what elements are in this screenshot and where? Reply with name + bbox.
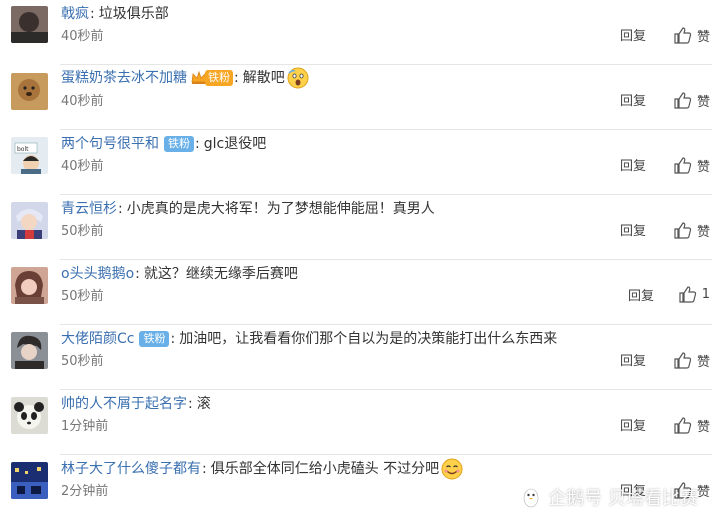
colon: : bbox=[118, 201, 123, 217]
comment-time: 40秒前 bbox=[61, 29, 104, 44]
thumbs-up-icon bbox=[674, 222, 692, 239]
comment-time: 50秒前 bbox=[61, 224, 104, 239]
comment-line: 林子大了什么傻子都有: 俱乐部全体同仁给小虎磕头 不过分吧 bbox=[61, 458, 463, 480]
comment-time: 50秒前 bbox=[61, 289, 104, 304]
comment-item: 帅的人不屑于起名字: 滚 1分钟前 回复 赞 bbox=[0, 390, 718, 455]
colon: : bbox=[195, 136, 200, 152]
badge-label: 铁粉 bbox=[205, 70, 233, 86]
thumbs-up-icon bbox=[674, 92, 692, 109]
fan-badge: 铁粉 bbox=[139, 331, 170, 347]
like-label: 赞 bbox=[696, 30, 710, 45]
avatar[interactable] bbox=[11, 267, 48, 304]
reply-button[interactable]: 回复 bbox=[620, 223, 646, 241]
comment-text: 解散吧 bbox=[242, 70, 285, 86]
like-label: 赞 bbox=[696, 95, 710, 110]
comment-username[interactable]: 青云恒杉 bbox=[61, 198, 117, 220]
reply-button[interactable]: 回复 bbox=[620, 483, 646, 501]
comment-text: 滚 bbox=[196, 396, 211, 412]
reply-button[interactable]: 回复 bbox=[620, 418, 646, 436]
like-button[interactable]: 赞 bbox=[674, 26, 710, 45]
avatar[interactable] bbox=[11, 332, 48, 369]
like-button[interactable]: 赞 bbox=[674, 351, 710, 370]
comment-text: glc退役吧 bbox=[203, 136, 267, 152]
svg-text:bolt: bolt bbox=[17, 146, 29, 153]
avatar[interactable] bbox=[11, 6, 48, 43]
colon: : bbox=[90, 6, 95, 22]
like-label: 赞 bbox=[696, 420, 710, 435]
comment-line: 蛋糕奶茶去冰不加糖 铁粉 : 解散吧 bbox=[61, 67, 309, 89]
avatar[interactable] bbox=[11, 202, 48, 239]
avatar[interactable]: bolt bbox=[11, 137, 48, 174]
comment-text: 就这？继续无缘季后赛吧 bbox=[143, 266, 298, 282]
comment-line: 两个句号很平和 铁粉 : glc退役吧 bbox=[61, 133, 266, 155]
reply-button[interactable]: 回复 bbox=[628, 288, 654, 306]
smile-emoji-icon bbox=[441, 458, 463, 480]
like-label: 赞 bbox=[696, 225, 710, 240]
colon: : bbox=[135, 266, 140, 282]
reply-button[interactable]: 回复 bbox=[620, 93, 646, 111]
comment-username[interactable]: 帅的人不屑于起名字 bbox=[61, 393, 187, 415]
thumbs-up-icon bbox=[674, 157, 692, 174]
like-button[interactable]: 1 bbox=[679, 286, 710, 303]
comment-username[interactable]: 大佬陌颜Cc bbox=[61, 328, 134, 350]
comment-item: 林子大了什么傻子都有: 俱乐部全体同仁给小虎磕头 不过分吧 2分钟前 回复 赞 bbox=[0, 455, 718, 518]
comment-time: 2分钟前 bbox=[61, 484, 109, 499]
reply-button[interactable]: 回复 bbox=[620, 353, 646, 371]
like-button[interactable]: 赞 bbox=[674, 221, 710, 240]
colon: : bbox=[202, 461, 207, 477]
colon: : bbox=[234, 70, 239, 86]
comment-line: 戟疯: 垃圾俱乐部 bbox=[61, 3, 169, 25]
like-label: 赞 bbox=[696, 485, 710, 500]
scared-emoji-icon bbox=[287, 67, 309, 89]
comment-item: 戟疯: 垃圾俱乐部 40秒前 回复 赞 bbox=[0, 0, 718, 65]
thumbs-up-icon bbox=[674, 27, 692, 44]
comment-text: 小虎真的是虎大将军！为了梦想能伸能屈！真男人 bbox=[126, 201, 435, 217]
comment-username[interactable]: 戟疯 bbox=[61, 3, 89, 25]
thumbs-up-icon bbox=[674, 417, 692, 434]
thumbs-up-icon bbox=[679, 286, 696, 303]
like-button[interactable]: 赞 bbox=[674, 481, 710, 500]
thumbs-up-icon bbox=[674, 482, 692, 499]
comment-username[interactable]: 蛋糕奶茶去冰不加糖 bbox=[61, 67, 187, 89]
thumbs-up-icon bbox=[674, 352, 692, 369]
comment-time: 50秒前 bbox=[61, 354, 104, 369]
comment-item: o头头鹅鹅o: 就这？继续无缘季后赛吧 50秒前 回复 1 bbox=[0, 260, 718, 325]
reply-button[interactable]: 回复 bbox=[620, 158, 646, 176]
like-button[interactable]: 赞 bbox=[674, 156, 710, 175]
comment-list: 戟疯: 垃圾俱乐部 40秒前 回复 赞 蛋糕奶茶去冰不加糖 铁粉 : 解散吧 40秒… bbox=[0, 0, 718, 518]
like-button[interactable]: 赞 bbox=[674, 91, 710, 110]
comment-line: o头头鹅鹅o: 就这？继续无缘季后赛吧 bbox=[61, 263, 298, 285]
comment-username[interactable]: o头头鹅鹅o bbox=[61, 263, 134, 285]
comment-item: 青云恒杉: 小虎真的是虎大将军！为了梦想能伸能屈！真男人 50秒前 回复 赞 bbox=[0, 195, 718, 260]
comment-item: 大佬陌颜Cc 铁粉 : 加油吧，让我看看你们那个自以为是的决策能打出什么东西来 5… bbox=[0, 325, 718, 390]
comment-text: 垃圾俱乐部 bbox=[98, 6, 169, 22]
reply-button[interactable]: 回复 bbox=[620, 28, 646, 46]
like-count: 1 bbox=[701, 287, 710, 302]
avatar[interactable] bbox=[11, 397, 48, 434]
comment-username[interactable]: 两个句号很平和 bbox=[61, 133, 159, 155]
comment-text: 加油吧，让我看看你们那个自以为是的决策能打出什么东西来 bbox=[179, 331, 558, 347]
comment-time: 40秒前 bbox=[61, 94, 104, 109]
comment-line: 青云恒杉: 小虎真的是虎大将军！为了梦想能伸能屈！真男人 bbox=[61, 198, 435, 220]
fan-badge: 铁粉 bbox=[164, 136, 194, 152]
like-label: 赞 bbox=[696, 355, 710, 370]
avatar[interactable] bbox=[11, 73, 48, 110]
comment-text: 俱乐部全体同仁给小虎磕头 不过分吧 bbox=[210, 461, 440, 477]
comment-item: 蛋糕奶茶去冰不加糖 铁粉 : 解散吧 40秒前 回复 赞 bbox=[0, 65, 718, 130]
colon: : bbox=[170, 331, 176, 347]
comment-line: 帅的人不屑于起名字: 滚 bbox=[61, 393, 211, 415]
fan-badge: 铁粉 bbox=[191, 70, 233, 86]
colon: : bbox=[188, 396, 193, 412]
comment-item: bolt 两个句号很平和 铁粉 : glc退役吧 40秒前 回复 赞 bbox=[0, 130, 718, 195]
avatar[interactable] bbox=[11, 462, 48, 499]
like-button[interactable]: 赞 bbox=[674, 416, 710, 435]
comment-time: 1分钟前 bbox=[61, 419, 109, 434]
comment-time: 40秒前 bbox=[61, 159, 104, 174]
like-label: 赞 bbox=[696, 160, 710, 175]
comment-username[interactable]: 林子大了什么傻子都有 bbox=[61, 458, 201, 480]
comment-line: 大佬陌颜Cc 铁粉 : 加油吧，让我看看你们那个自以为是的决策能打出什么东西来 bbox=[61, 328, 557, 350]
